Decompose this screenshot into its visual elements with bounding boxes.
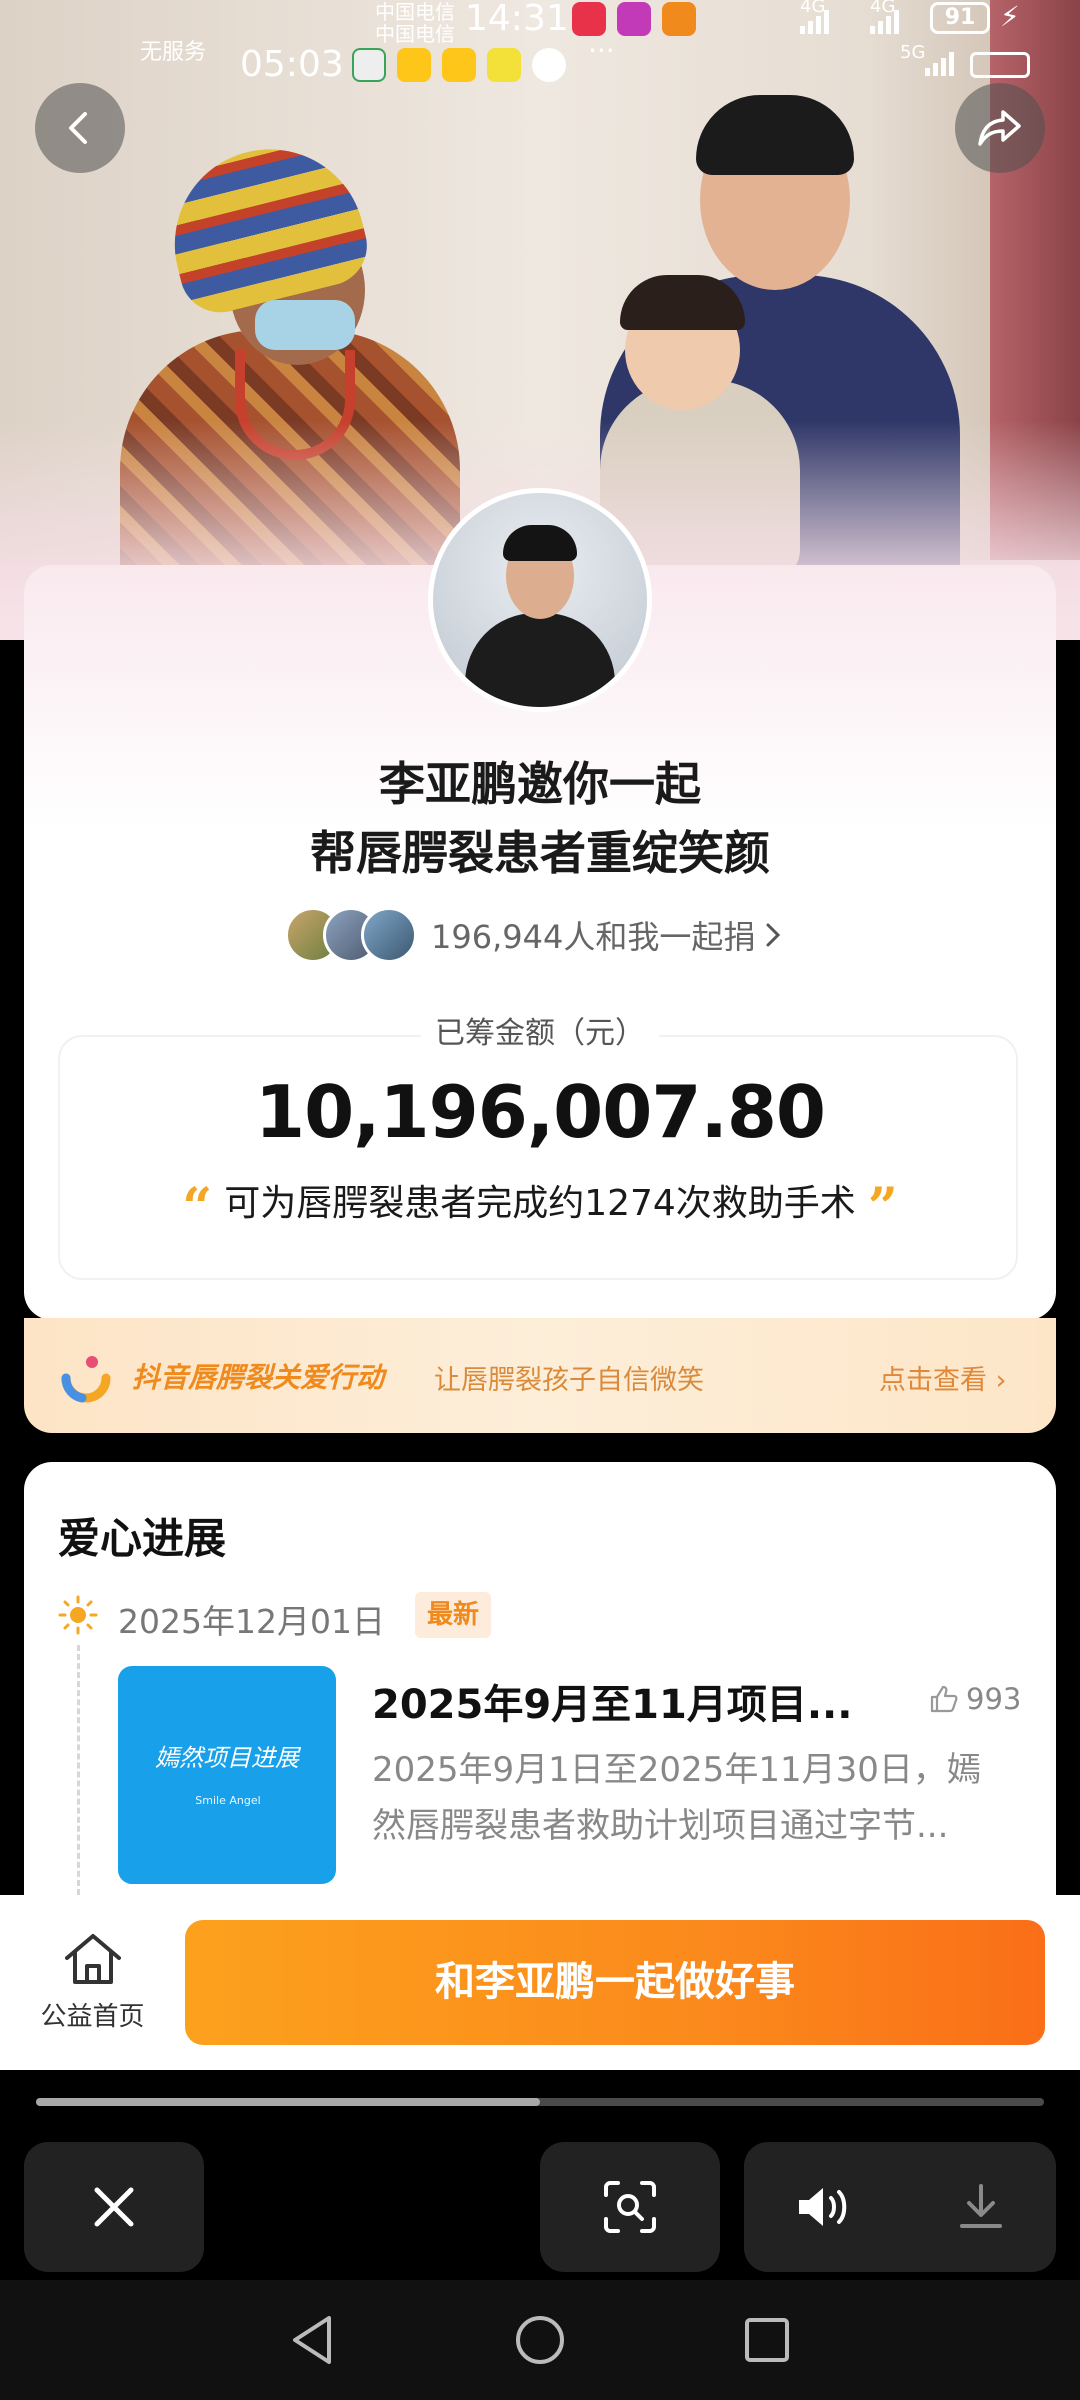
impact-text: 可为唇腭裂患者完成约1274次救助手术 — [224, 1183, 856, 1224]
back-button[interactable] — [35, 83, 125, 173]
promo-banner[interactable]: 抖音唇腭裂关爱行动 让唇腭裂孩子自信微笑 点击查看 › — [24, 1318, 1056, 1433]
chevron-left-icon — [69, 112, 87, 144]
app-notification-icon — [487, 48, 521, 82]
nav-home-icon[interactable] — [512, 2312, 568, 2368]
quote-close-icon: ” — [867, 1177, 898, 1238]
raised-amount: 10,196,007.80 — [254, 1070, 826, 1154]
clock-overlay: 05:03 — [240, 44, 344, 85]
play-icon — [532, 48, 566, 82]
app-notification-icon — [352, 48, 386, 82]
weibo-icon — [397, 48, 431, 82]
close-icon — [94, 2187, 134, 2227]
donor-avatar — [361, 907, 417, 963]
video-progress-fill — [36, 2098, 540, 2106]
banner-title: 抖音唇腭裂关爱行动 — [132, 1361, 385, 1394]
close-button[interactable] — [24, 2142, 204, 2272]
campaign-title-line-1: 李亚鹏邀你一起 — [379, 757, 701, 811]
thumbnail-brand: Smile Angel — [195, 1794, 261, 1807]
timeline-line — [77, 1645, 80, 1895]
home-icon — [64, 1934, 121, 1984]
battery-level: 91 — [944, 5, 976, 30]
charging-icon: ⚡ — [1000, 0, 1020, 33]
avatar[interactable] — [428, 488, 652, 712]
impact-line: “ 可为唇腭裂患者完成约1274次救助手术 ” — [0, 1174, 1080, 1238]
progress-thumbnail[interactable]: 嫣然项目进展 Smile Angel — [118, 1666, 336, 1884]
scan-icon — [604, 2181, 656, 2233]
network-type-label: 5G — [900, 42, 926, 63]
weibo-icon — [442, 48, 476, 82]
battery-icon — [970, 52, 1030, 78]
scan-button[interactable] — [540, 2142, 720, 2272]
share-button[interactable] — [955, 83, 1045, 173]
nav-recents-icon[interactable] — [739, 2312, 795, 2368]
donors-row[interactable]: 196,944人和我一起捐 — [285, 905, 783, 965]
download-icon[interactable] — [956, 2182, 1006, 2232]
signal-icon — [870, 8, 899, 34]
quote-open-icon: “ — [182, 1177, 213, 1238]
banner-link-text: 点击查看 — [879, 1365, 987, 1396]
amount-label: 已筹金额（元） — [0, 1008, 1080, 1052]
no-service-label: 无服务 — [140, 40, 207, 65]
amount-label-text: 已筹金额（元） — [421, 1016, 659, 1051]
system-navigation-bar — [0, 2280, 1080, 2400]
app-notification-icon — [572, 2, 606, 36]
like-count: 993 — [966, 1682, 1022, 1716]
progress-post-title[interactable]: 2025年9月至11月项目... — [372, 1672, 852, 1730]
chevron-right-icon — [766, 923, 781, 947]
campaign-title-line-2: 帮唇腭裂患者重绽笑颜 — [310, 826, 770, 880]
like-button[interactable]: 993 — [928, 1682, 1021, 1716]
clock: 14:31 — [465, 0, 569, 39]
new-badge: 最新 — [415, 1592, 492, 1638]
speaker-icon[interactable] — [795, 2182, 855, 2232]
app-notification-icon — [662, 2, 696, 36]
media-controls — [744, 2142, 1056, 2272]
thumbs-up-icon — [930, 1685, 958, 1713]
nav-back-icon[interactable] — [285, 2312, 341, 2368]
banner-view-link[interactable]: 点击查看 › — [879, 1358, 1006, 1397]
chevron-right-icon: › — [995, 1365, 1007, 1396]
progress-date: 2025年12月01日 — [118, 1602, 385, 1641]
more-dots-icon: ··· — [588, 34, 615, 67]
progress-post-body: 2025年9月1日至2025年11月30日，嫣然唇腭裂患者救助计划项目通过字节.… — [372, 1750, 981, 1846]
sun-icon — [58, 1595, 98, 1635]
share-arrow-icon — [978, 110, 1021, 146]
banner-subtitle: 让唇腭裂孩子自信微笑 — [434, 1365, 704, 1396]
app-notification-icon — [617, 2, 651, 36]
thumbnail-title: 嫣然项目进展 — [155, 1744, 299, 1772]
status-bar: 中国电信 中国电信 无服务 14:31 05:03 ··· 4G 4G 91 ⚡… — [0, 0, 1080, 85]
smile-logo-icon — [61, 1356, 111, 1403]
donate-cta-button[interactable]: 和李亚鹏一起做好事 — [185, 1920, 1045, 2045]
carrier-label: 中国电信 — [375, 22, 455, 46]
progress-section-title: 爱心进展 — [58, 1514, 227, 1563]
home-label: 公益首页 — [40, 2002, 145, 2032]
signal-icon — [800, 8, 829, 34]
donor-count: 196,944人和我一起捐 — [431, 918, 756, 956]
signal-icon — [925, 50, 954, 76]
battery-icon: 91 — [930, 2, 990, 34]
charity-home-button[interactable]: 公益首页 — [30, 1930, 155, 2040]
